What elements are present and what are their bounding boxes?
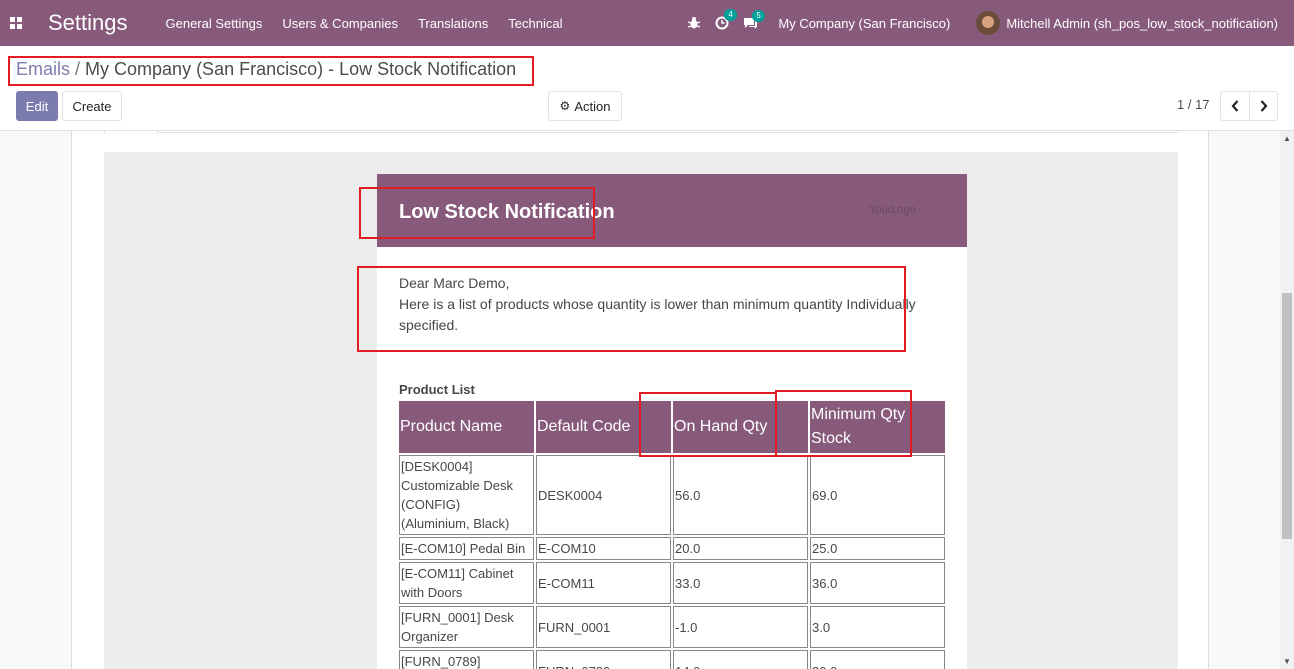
action-button[interactable]: ⚙ Action (548, 91, 622, 121)
breadcrumb-separator: / (75, 59, 81, 79)
cell-default-code: E-COM10 (536, 537, 671, 560)
greeting-salutation: Dear Marc Demo, (399, 275, 510, 291)
table-header-row: Product Name Default Code On Hand Qty Mi… (399, 401, 945, 453)
company-logo: YourLogo (869, 204, 916, 216)
cell-on-hand-qty: -1.0 (673, 606, 808, 648)
app-title[interactable]: Settings (48, 10, 128, 36)
column-header-on-hand-qty: On Hand Qty (673, 401, 808, 453)
apps-menu-icon[interactable] (0, 0, 32, 46)
top-navbar: Settings General Settings Users & Compan… (0, 0, 1294, 46)
scroll-up-arrow-icon[interactable]: ▲ (1280, 134, 1294, 143)
table-row: [E-COM10] Pedal Bin E-COM10 20.0 25.0 (399, 537, 945, 560)
form-content: Low Stock Notification YourLogo Dear Mar… (0, 131, 1280, 669)
email-greeting: Dear Marc Demo, Here is a list of produc… (399, 273, 929, 336)
cell-product-name: [FURN_0001] Desk Organizer (399, 606, 534, 648)
table-row: [FURN_0789] Individual Workplace FURN_07… (399, 650, 945, 669)
menu-users-companies[interactable]: Users & Companies (282, 16, 398, 31)
user-menu[interactable]: Mitchell Admin (sh_pos_low_stock_notific… (1006, 16, 1278, 31)
cell-minimum-qty: 20.0 (810, 650, 945, 669)
product-list-title: Product List (399, 382, 475, 397)
company-switcher[interactable]: My Company (San Francisco) (778, 16, 950, 31)
notebook-tabs (104, 131, 1178, 133)
user-avatar[interactable] (976, 11, 1001, 35)
create-button[interactable]: Create (62, 91, 122, 121)
greeting-message: Here is a list of products whose quantit… (399, 296, 916, 333)
cell-product-name: [E-COM11] Cabinet with Doors (399, 562, 534, 604)
email-header: Low Stock Notification YourLogo (377, 174, 967, 247)
edit-button[interactable]: Edit (16, 91, 58, 121)
cell-default-code: FURN_0789 (536, 650, 671, 669)
email-title: Low Stock Notification (399, 201, 615, 223)
cell-product-name: [DESK0004] Customizable Desk (CONFIG) (A… (399, 455, 534, 535)
menu-general-settings[interactable]: General Settings (166, 16, 263, 31)
menu-technical[interactable]: Technical (508, 16, 562, 31)
cell-product-name: [FURN_0789] Individual Workplace (399, 650, 534, 669)
table-row: [E-COM11] Cabinet with Doors E-COM11 33.… (399, 562, 945, 604)
cell-default-code: E-COM11 (536, 562, 671, 604)
column-header-minimum-qty: Minimum Qty Stock (810, 401, 945, 453)
tab-active[interactable] (104, 131, 158, 134)
menu-translations[interactable]: Translations (418, 16, 488, 31)
activity-count-badge: 4 (724, 9, 737, 21)
email-body: Low Stock Notification YourLogo Dear Mar… (377, 174, 967, 669)
messages-count-badge: 5 (752, 9, 765, 22)
cell-minimum-qty: 36.0 (810, 562, 945, 604)
debug-icon[interactable] (687, 16, 701, 30)
cell-default-code: DESK0004 (536, 455, 671, 535)
email-preview-area: Low Stock Notification YourLogo Dear Mar… (104, 152, 1178, 669)
table-row: [FURN_0001] Desk Organizer FURN_0001 -1.… (399, 606, 945, 648)
breadcrumb-emails-link[interactable]: Emails (16, 59, 70, 79)
pager-previous-button[interactable] (1220, 91, 1250, 121)
scroll-down-arrow-icon[interactable]: ▼ (1280, 657, 1294, 666)
form-sheet: Low Stock Notification YourLogo Dear Mar… (71, 131, 1209, 669)
table-row: [DESK0004] Customizable Desk (CONFIG) (A… (399, 455, 945, 535)
cell-default-code: FURN_0001 (536, 606, 671, 648)
pager-value[interactable]: 1 / 17 (1177, 97, 1210, 112)
scrollbar-thumb[interactable] (1282, 293, 1292, 539)
cell-minimum-qty: 3.0 (810, 606, 945, 648)
control-panel: Emails / My Company (San Francisco) - Low … (0, 46, 1294, 131)
pager-next-button[interactable] (1249, 91, 1278, 121)
messages-icon[interactable]: 5 (743, 9, 765, 30)
gear-icon: ⚙ (559, 99, 571, 113)
column-header-product-name: Product Name (399, 401, 534, 453)
activity-clock-icon[interactable]: 4 (715, 9, 737, 30)
cell-on-hand-qty: 56.0 (673, 455, 808, 535)
breadcrumb: Emails / My Company (San Francisco) - Low … (16, 59, 516, 80)
chevron-left-icon (1231, 100, 1239, 112)
product-table: Product Name Default Code On Hand Qty Mi… (397, 399, 947, 669)
chevron-right-icon (1260, 100, 1267, 112)
column-header-default-code: Default Code (536, 401, 671, 453)
cell-minimum-qty: 25.0 (810, 537, 945, 560)
cell-on-hand-qty: 20.0 (673, 537, 808, 560)
vertical-scrollbar[interactable]: ▲ ▼ (1280, 131, 1294, 669)
action-label: Action (574, 98, 611, 114)
cell-on-hand-qty: 14.0 (673, 650, 808, 669)
cell-on-hand-qty: 33.0 (673, 562, 808, 604)
cell-minimum-qty: 69.0 (810, 455, 945, 535)
cell-product-name: [E-COM10] Pedal Bin (399, 537, 534, 560)
breadcrumb-current: My Company (San Francisco) - Low Stock N… (85, 59, 517, 79)
